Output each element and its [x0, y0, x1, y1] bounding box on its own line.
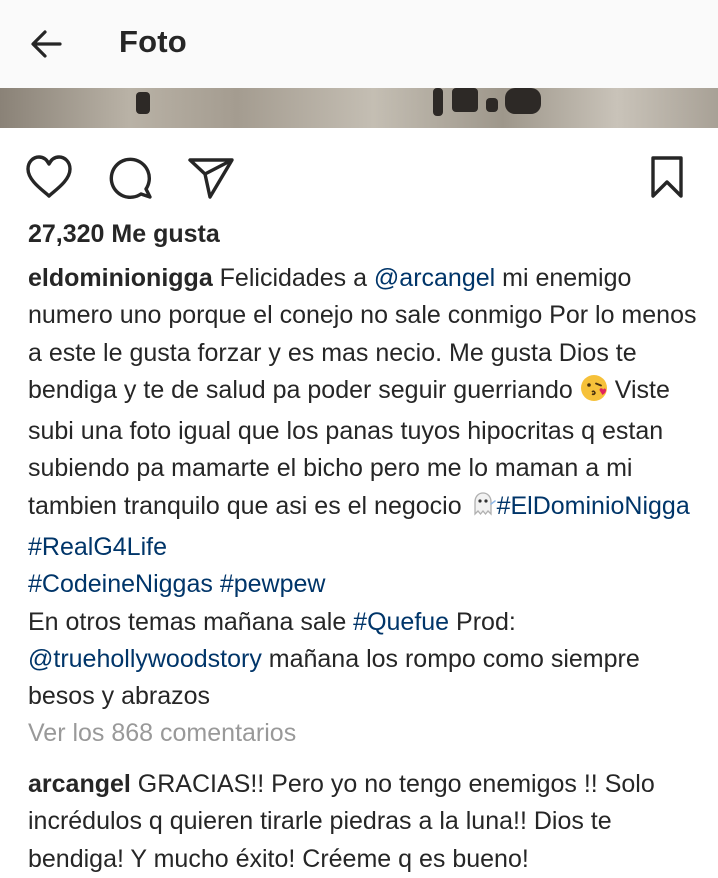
comment: arcangel GRACIAS!! Pero yo no tengo enem…	[28, 766, 708, 878]
likes-count[interactable]: 27,320 Me gusta	[28, 220, 220, 249]
like-button[interactable]	[22, 150, 76, 204]
speech-bubble-icon	[109, 157, 152, 199]
face-blowing-kiss-emoji	[580, 374, 608, 413]
save-button[interactable]	[640, 150, 694, 204]
mention-link[interactable]: @truehollywoodstory	[28, 645, 262, 673]
caption-author[interactable]: eldominionigga	[28, 264, 213, 292]
comment-button[interactable]	[103, 150, 157, 204]
caption-text: En otros temas mañana sale	[28, 607, 354, 636]
caption-text: Prod:	[449, 607, 516, 636]
hashtag-link[interactable]: #Quefue	[353, 608, 449, 636]
view-all-comments-link[interactable]: Ver los 868 comentarios	[28, 719, 296, 748]
share-button[interactable]	[184, 150, 238, 204]
paper-plane-icon	[188, 158, 234, 199]
page-title: Foto	[119, 24, 187, 59]
ghost-emoji	[469, 490, 497, 529]
hashtag-link[interactable]: #pewpew	[220, 570, 326, 598]
back-button[interactable]	[22, 20, 70, 68]
hashtag-link[interactable]: #ElDominioNigga	[497, 492, 690, 520]
post-photo[interactable]	[0, 88, 718, 128]
post-caption: eldominionigga Felicidades a @arcangel m…	[28, 260, 698, 716]
comment-author[interactable]: arcangel	[28, 770, 131, 798]
action-bar	[0, 150, 718, 200]
hashtag-link[interactable]: #RealG4Life	[28, 533, 167, 561]
arrow-left-icon	[31, 30, 62, 58]
mention-link[interactable]: @arcangel	[374, 264, 495, 292]
top-bar: Foto	[0, 0, 718, 89]
heart-outline-icon	[26, 155, 72, 198]
caption-text: Felicidades a	[212, 264, 374, 292]
hashtag-link[interactable]: #CodeineNiggas	[28, 570, 213, 598]
bookmark-icon	[651, 156, 683, 198]
